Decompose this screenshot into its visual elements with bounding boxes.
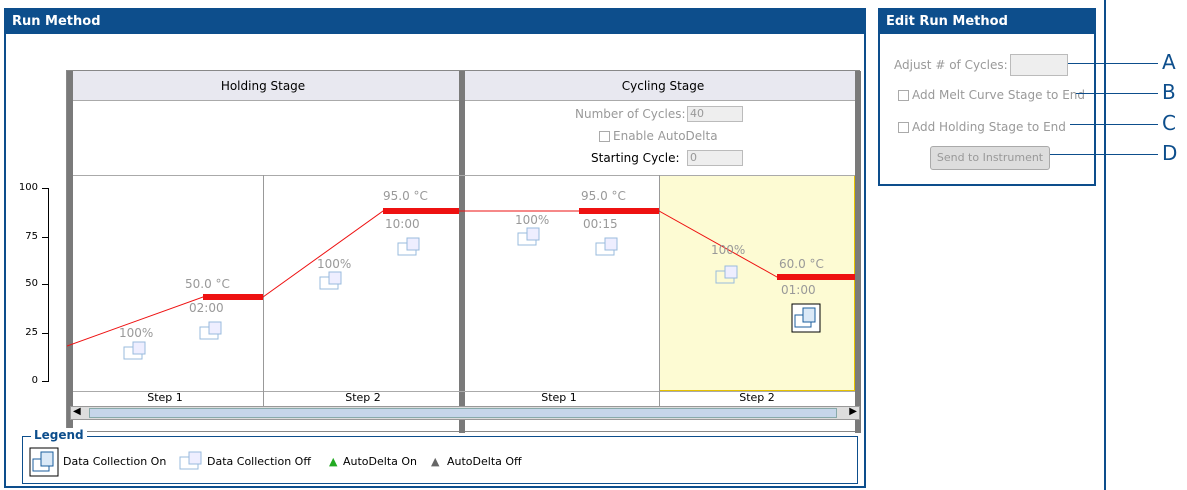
- data-collection-off-icon[interactable]: [595, 237, 621, 257]
- data-collection-off-icon[interactable]: [715, 265, 741, 285]
- callout-b: B: [1162, 80, 1176, 104]
- send-to-instrument-button[interactable]: Send to Instrument: [930, 146, 1050, 170]
- hold-bar-step2[interactable]: [383, 208, 459, 214]
- legend-data-collection-on: Data Collection On: [63, 455, 167, 468]
- autodelta-off-icon: ▲: [431, 455, 440, 468]
- run-method-panel: Run Method 100 75 50 25 0 Holding Stage …: [4, 8, 866, 488]
- legend-autodelta-on: AutoDelta On: [343, 455, 418, 468]
- callout-a: A: [1162, 50, 1176, 74]
- data-collection-off-icon[interactable]: [123, 341, 149, 361]
- scrollbar-thumb[interactable]: [89, 408, 837, 418]
- scroll-right-icon[interactable]: ▶: [849, 406, 857, 417]
- callout-d: D: [1162, 141, 1178, 165]
- step2-time: 10:00: [385, 217, 420, 231]
- step2-temp: 95.0 °C: [383, 189, 428, 203]
- add-holding-checkbox[interactable]: Add Holding Stage to End: [898, 120, 1066, 134]
- y-tick-0: 0: [31, 375, 38, 386]
- legend-title: Legend: [31, 428, 87, 442]
- step-label: Step 1: [541, 391, 577, 404]
- step-label: Step 2: [739, 391, 775, 404]
- adjust-cycles-label: Adjust # of Cycles:: [894, 58, 1008, 72]
- data-collection-off-icon[interactable]: [517, 227, 543, 247]
- autodelta-on-icon: ▲: [329, 455, 338, 468]
- hold-bar-cycling-step1[interactable]: [579, 208, 659, 214]
- add-melt-checkbox[interactable]: Add Melt Curve Stage to End: [898, 88, 1085, 102]
- run-method-title: Run Method: [6, 10, 864, 34]
- legend-data-collection-off: Data Collection Off: [207, 455, 311, 468]
- callout-c: C: [1162, 111, 1176, 135]
- horizontal-scrollbar[interactable]: ◀ ▶: [70, 406, 860, 420]
- step1-time: 02:00: [189, 301, 224, 315]
- y-tick-100: 100: [18, 182, 38, 193]
- data-collection-off-icon[interactable]: [319, 271, 345, 291]
- step-label: Step 2: [345, 391, 381, 404]
- data-collection-on-icon: [29, 447, 59, 477]
- edit-run-method-panel: Edit Run Method Adjust # of Cycles: Add …: [878, 8, 1096, 186]
- legend: Legend Data Collection On Data Collectio…: [22, 428, 858, 484]
- scroll-left-icon[interactable]: ◀: [73, 406, 81, 417]
- y-tick-75: 75: [25, 231, 38, 242]
- edit-run-method-title: Edit Run Method: [880, 10, 1094, 34]
- step-label: Step 1: [147, 391, 183, 404]
- cyc-step2-time: 01:00: [781, 283, 816, 297]
- step1-pct: 100%: [119, 326, 154, 340]
- adjust-cycles-input[interactable]: [1010, 54, 1068, 76]
- y-tick-25: 25: [25, 327, 38, 338]
- divider-line: [1104, 0, 1106, 490]
- cyc-step2-temp: 60.0 °C: [779, 257, 824, 271]
- run-method-plot: Holding Stage Cycling Stage Number of Cy…: [66, 70, 861, 433]
- hold-bar-cycling-step2[interactable]: [777, 274, 855, 280]
- cyc-step1-time: 00:15: [583, 217, 618, 231]
- y-tick-50: 50: [25, 278, 38, 289]
- cyc-step2-pct: 100%: [711, 243, 746, 257]
- data-collection-on-icon[interactable]: [791, 303, 821, 333]
- data-collection-off-icon[interactable]: [199, 321, 225, 341]
- step1-temp: 50.0 °C: [185, 277, 230, 291]
- cyc-step1-pct: 100%: [515, 213, 550, 227]
- legend-autodelta-off: AutoDelta Off: [447, 455, 522, 468]
- data-collection-off-icon: [179, 451, 202, 470]
- step2-pct: 100%: [317, 257, 352, 271]
- hold-bar-step1[interactable]: [203, 294, 263, 300]
- data-collection-off-icon[interactable]: [397, 237, 423, 257]
- cyc-step1-temp: 95.0 °C: [581, 189, 626, 203]
